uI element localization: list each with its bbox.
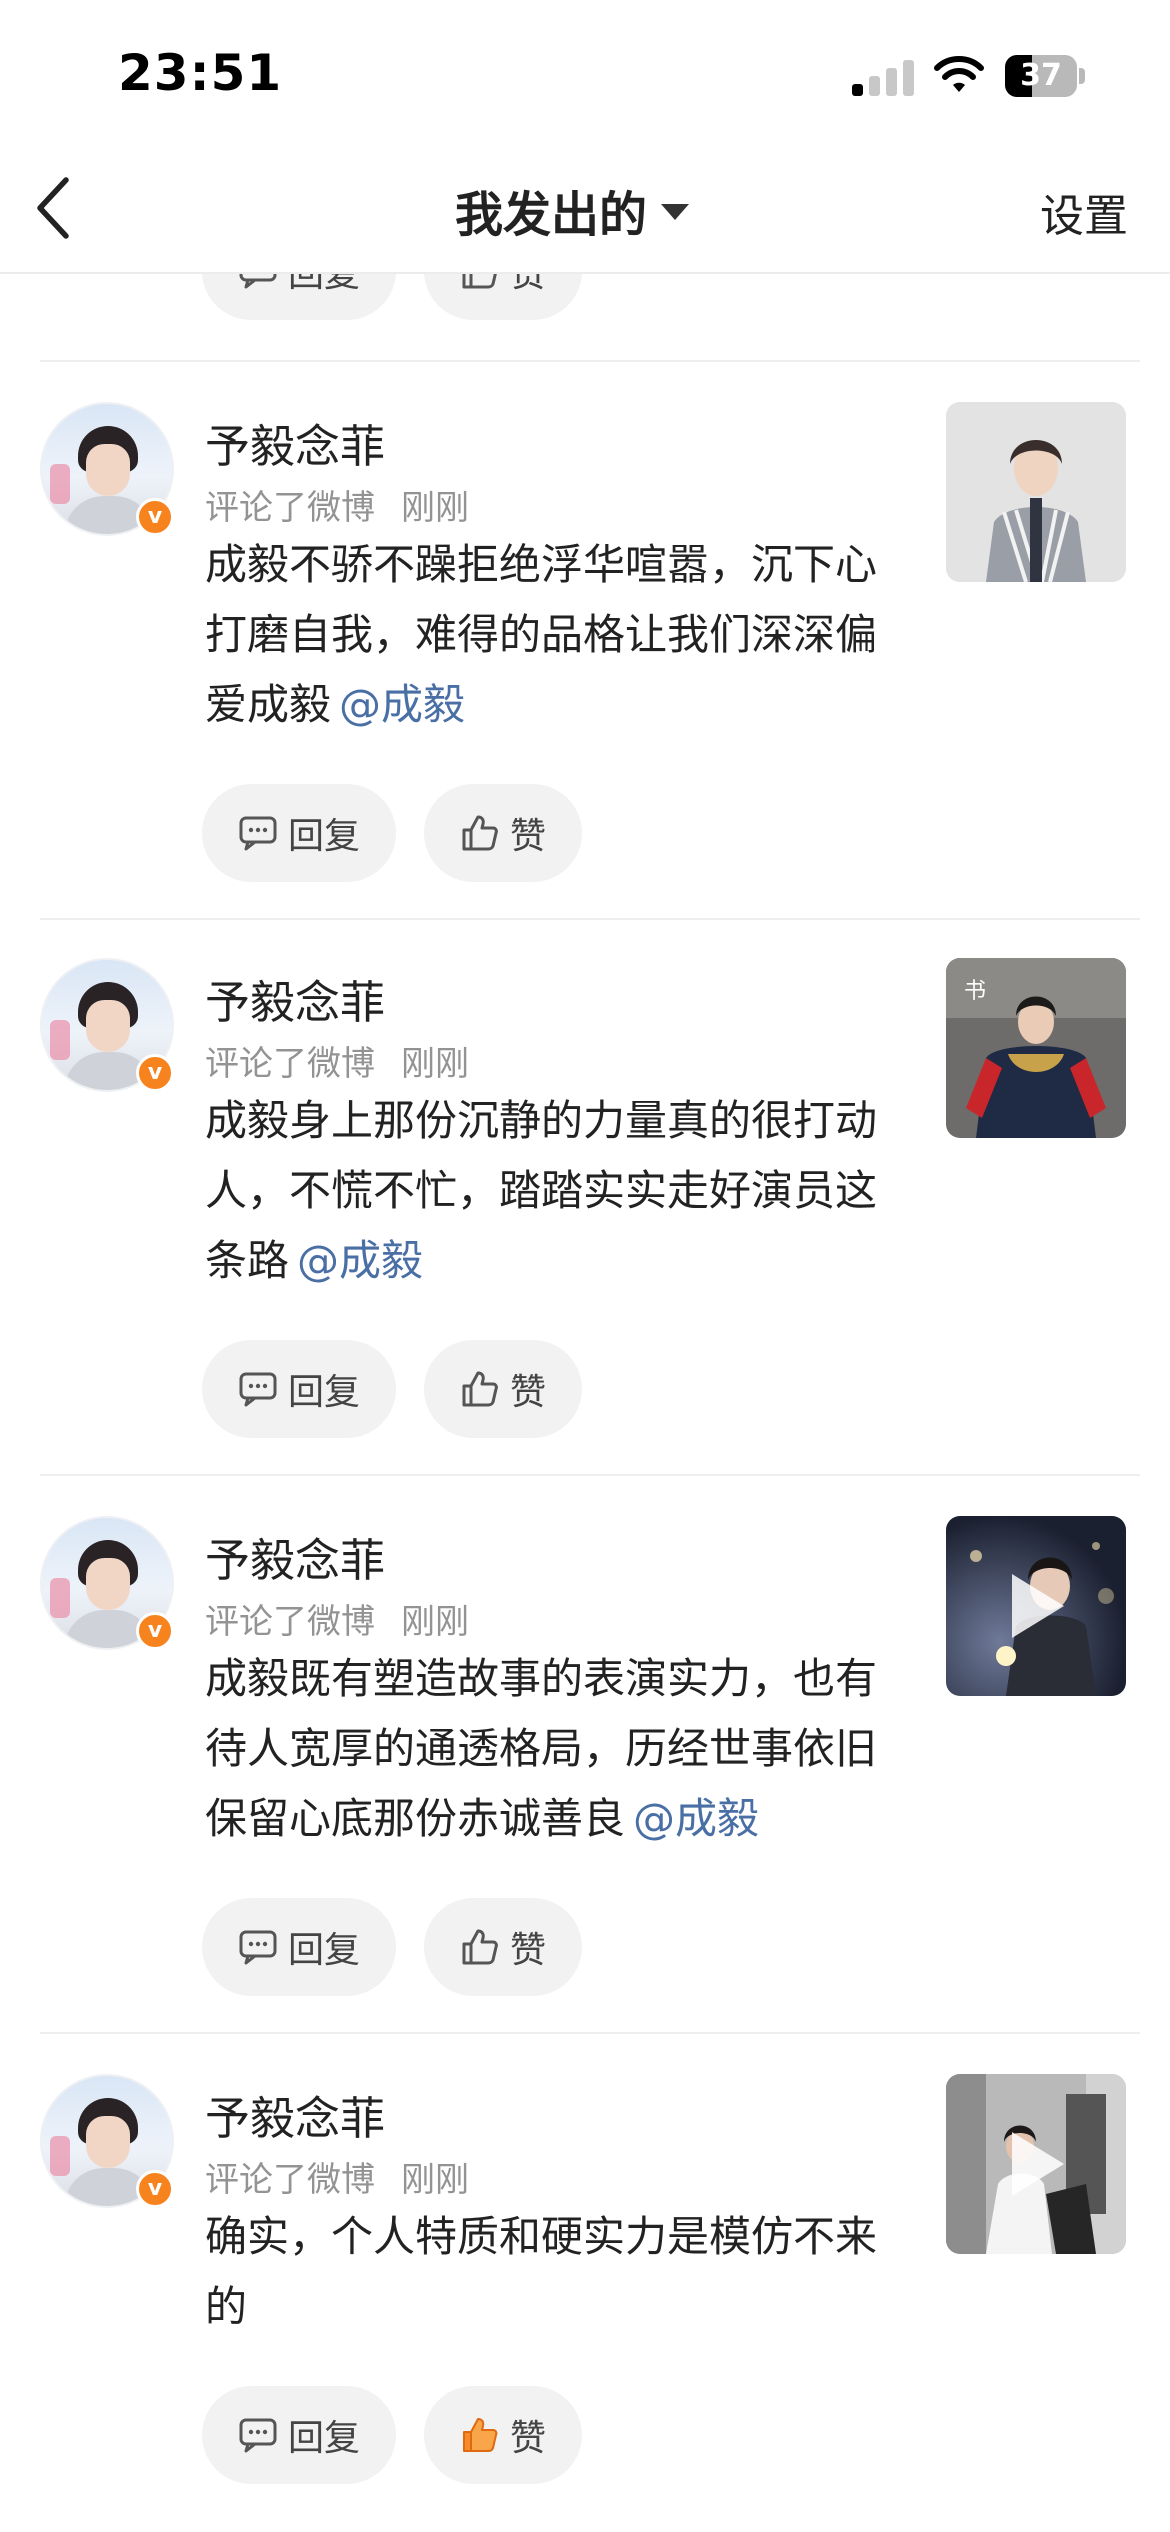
- comment-body: 成毅既有塑造故事的表演实力，也有待人宽厚的通透格局，历经世事依旧保留心底那份赤诚…: [205, 1654, 878, 1843]
- like-label: 赞: [509, 1930, 546, 1971]
- user-name[interactable]: 予毅念菲: [205, 410, 385, 475]
- user-name[interactable]: 予毅念菲: [205, 966, 385, 1031]
- feed-item[interactable]: v 予毅念菲 评论了微博 刚刚 成毅既有塑造故事的表演实力，也有待人宽厚的通透格局…: [0, 1476, 1170, 1996]
- reply-label: 回复: [287, 2418, 360, 2459]
- svg-text:书: 书: [964, 979, 986, 1004]
- like-label: 赞: [509, 1372, 546, 1413]
- item-meta: 评论了微博 刚刚: [205, 1036, 469, 1085]
- reply-label: 回复: [287, 1372, 360, 1413]
- mention-link[interactable]: @成毅: [297, 1236, 423, 1285]
- battery-icon: 37: [1005, 55, 1085, 97]
- verified-badge-icon: v: [136, 498, 174, 536]
- comment-icon: [238, 2417, 278, 2453]
- item-meta: 评论了微博 刚刚: [205, 480, 469, 529]
- play-icon: [1012, 1574, 1064, 1638]
- verified-badge-icon: v: [136, 1054, 174, 1092]
- comment-text[interactable]: 成毅既有塑造故事的表演实力，也有待人宽厚的通透格局，历经世事依旧保留心底那份赤诚…: [205, 1644, 905, 1854]
- action-text: 评论了微博: [205, 1602, 375, 1642]
- comment-feed[interactable]: 回复 赞 v 予毅念菲 评论了微博 刚刚 成毅不骄不躁拒绝浮华喧嚣，沉下心打磨自我…: [0, 0, 1170, 2532]
- thumbs-up-icon: [460, 814, 500, 852]
- user-name[interactable]: 予毅念菲: [205, 1524, 385, 1589]
- user-name[interactable]: 予毅念菲: [205, 2082, 385, 2147]
- action-text: 评论了微博: [205, 1044, 375, 1084]
- video-thumbnail[interactable]: [946, 1516, 1126, 1696]
- feed-item[interactable]: v 予毅念菲 评论了微博 刚刚 成毅不骄不躁拒绝浮华喧嚣，沉下心打磨自我，难得的品…: [0, 362, 1170, 882]
- avatar[interactable]: v: [40, 958, 174, 1092]
- post-thumbnail[interactable]: 书: [946, 958, 1126, 1138]
- reply-button[interactable]: 回复: [202, 784, 396, 882]
- item-actions: 回复 赞: [202, 1340, 602, 1438]
- battery-level: 37: [1020, 58, 1062, 93]
- reply-button[interactable]: 回复: [202, 1340, 396, 1438]
- timestamp: 刚刚: [401, 1044, 469, 1084]
- comment-body: 成毅不骄不躁拒绝浮华喧嚣，沉下心打磨自我，难得的品格让我们深深偏爱成毅: [205, 540, 878, 729]
- timestamp: 刚刚: [401, 488, 469, 528]
- feed-item[interactable]: v 予毅念菲 评论了微博 刚刚 成毅身上那份沉静的力量真的很打动人，不慌不忙，踏踏…: [0, 918, 1170, 1438]
- mention-link[interactable]: @成毅: [339, 680, 465, 729]
- play-icon: [1012, 2132, 1064, 2196]
- item-meta: 评论了微博 刚刚: [205, 2152, 469, 2201]
- comment-icon: [238, 815, 278, 851]
- item-actions: 回复 赞: [202, 2386, 602, 2484]
- comment-text[interactable]: 成毅不骄不躁拒绝浮华喧嚣，沉下心打磨自我，难得的品格让我们深深偏爱成毅 @成毅: [205, 530, 905, 740]
- comment-body: 确实，个人特质和硬实力是模仿不来的: [205, 2212, 878, 2331]
- chevron-left-icon: [37, 177, 69, 239]
- feed-item[interactable]: v 予毅念菲 评论了微博 刚刚 确实，个人特质和硬实力是模仿不来的 回复 赞: [0, 2034, 1170, 2532]
- action-text: 评论了微博: [205, 488, 375, 528]
- comment-icon: [238, 1929, 278, 1965]
- back-button[interactable]: [30, 172, 80, 242]
- comment-text[interactable]: 确实，个人特质和硬实力是模仿不来的: [205, 2202, 905, 2342]
- status-bar: 23:51 37: [0, 0, 1170, 150]
- post-thumbnail[interactable]: [946, 402, 1126, 582]
- reply-button[interactable]: 回复: [202, 2386, 396, 2484]
- video-thumbnail[interactable]: [946, 2074, 1126, 2254]
- like-button[interactable]: 赞: [424, 784, 582, 882]
- reply-label: 回复: [287, 1930, 360, 1971]
- item-actions: 回复 赞: [202, 784, 602, 882]
- comment-icon: [238, 1371, 278, 1407]
- verified-badge-icon: v: [136, 2170, 174, 2208]
- thumbs-up-filled-icon: [460, 2416, 500, 2454]
- like-button-liked[interactable]: 赞: [424, 2386, 582, 2484]
- status-time: 23:51: [118, 44, 283, 102]
- filter-dropdown[interactable]: 我发出的: [455, 180, 690, 243]
- like-label: 赞: [509, 816, 546, 857]
- like-label: 赞: [509, 2418, 546, 2459]
- settings-button[interactable]: 设置: [1040, 180, 1128, 244]
- action-text: 评论了微博: [205, 2160, 375, 2200]
- thumbs-up-icon: [460, 1928, 500, 1966]
- reply-button[interactable]: 回复: [202, 1898, 396, 1996]
- mention-link[interactable]: @成毅: [633, 1794, 759, 1843]
- nav-bar: 我发出的 设置: [0, 150, 1170, 274]
- comment-text[interactable]: 成毅身上那份沉静的力量真的很打动人，不慌不忙，踏踏实实走好演员这条路 @成毅: [205, 1086, 905, 1296]
- avatar[interactable]: v: [40, 1516, 174, 1650]
- verified-badge-icon: v: [136, 1612, 174, 1650]
- thumbs-up-icon: [460, 1370, 500, 1408]
- item-meta: 评论了微博 刚刚: [205, 1594, 469, 1643]
- timestamp: 刚刚: [401, 1602, 469, 1642]
- avatar[interactable]: v: [40, 2074, 174, 2208]
- like-button[interactable]: 赞: [424, 1340, 582, 1438]
- page-title: 我发出的: [455, 187, 648, 243]
- avatar[interactable]: v: [40, 402, 174, 536]
- reply-label: 回复: [287, 816, 360, 857]
- like-button[interactable]: 赞: [424, 1898, 582, 1996]
- cellular-signal-icon: [852, 58, 914, 96]
- wifi-icon: [933, 52, 985, 96]
- item-actions: 回复 赞: [202, 1898, 602, 1996]
- timestamp: 刚刚: [401, 2160, 469, 2200]
- caret-down-icon: [661, 204, 690, 220]
- screen: 回复 赞 v 予毅念菲 评论了微博 刚刚 成毅不骄不躁拒绝浮华喧嚣，沉下心打磨自我…: [0, 0, 1170, 2532]
